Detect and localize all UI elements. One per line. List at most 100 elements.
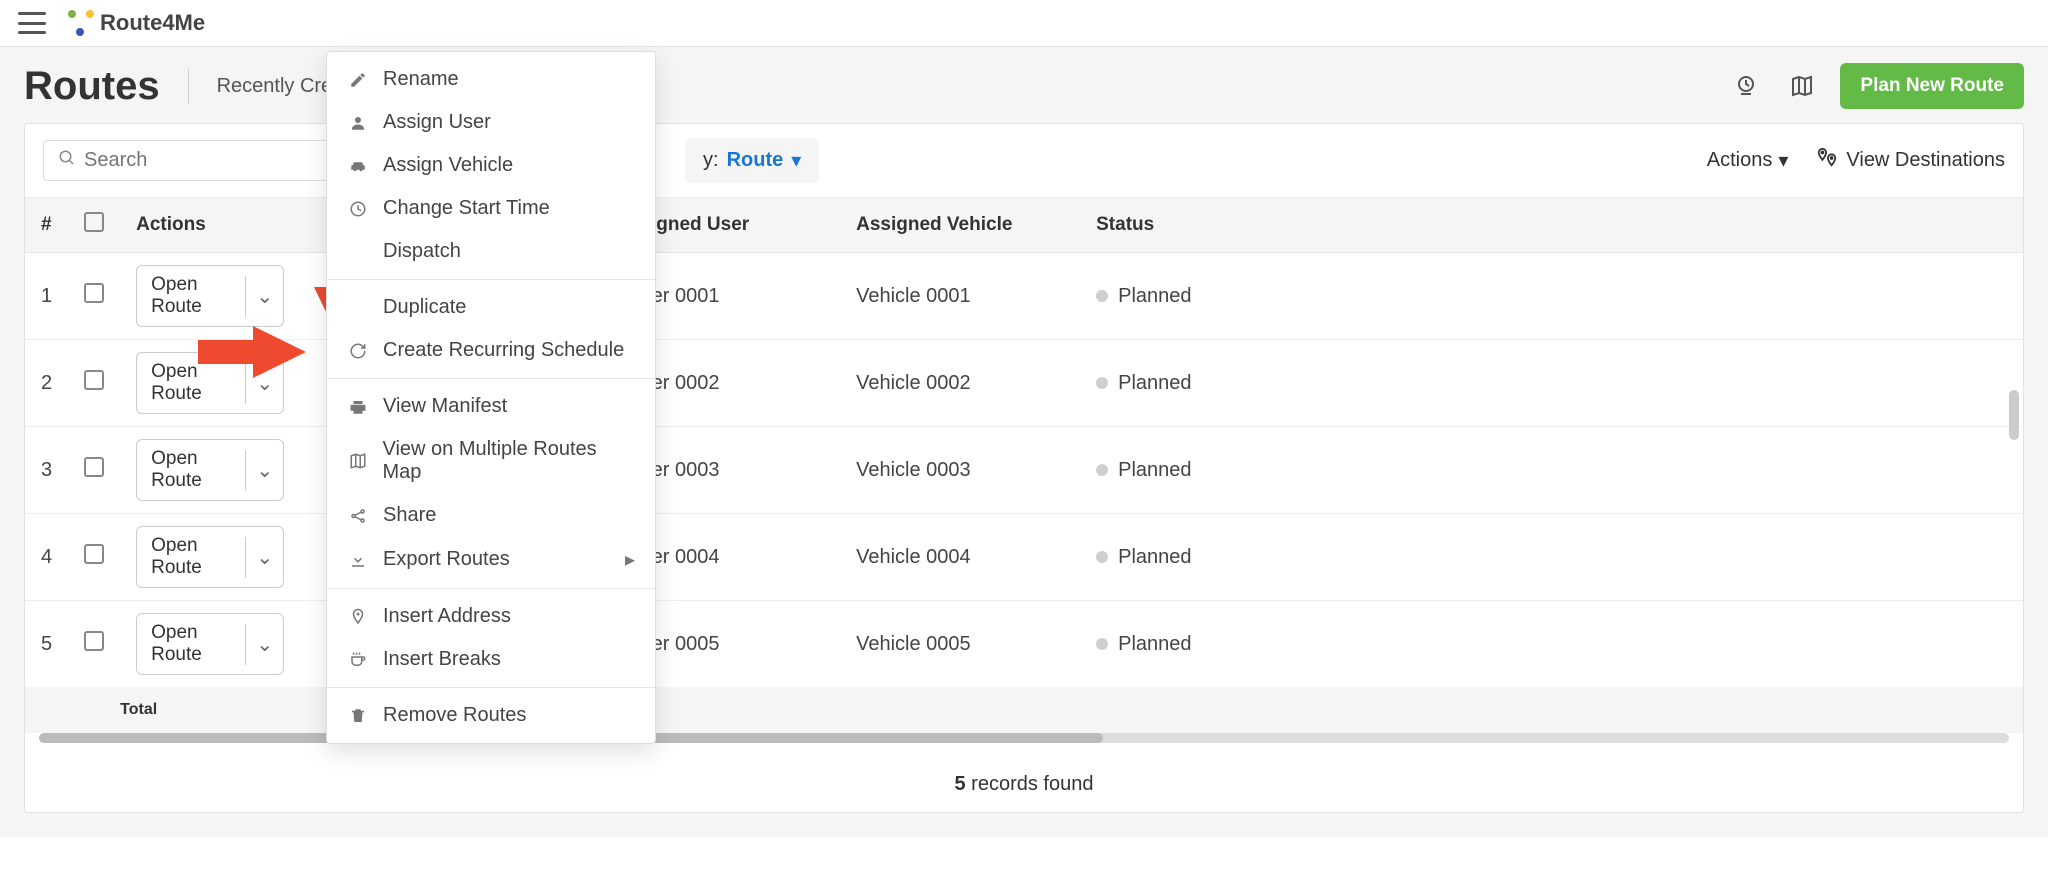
sub-header: Routes Recently Created ▾ Plan New Route (24, 63, 2024, 109)
row-checkbox[interactable] (84, 544, 104, 564)
view-destinations-button[interactable]: View Destinations (1816, 147, 2005, 175)
top-bar: Route4Me (0, 0, 2048, 47)
clock-icon (347, 198, 369, 220)
col-assigned-vehicle: Assigned Vehicle (840, 198, 1080, 253)
menu-assign-user[interactable]: Assign User (327, 101, 655, 144)
assigned-vehicle: Vehicle 0003 (840, 427, 1080, 514)
logo-mark-icon (68, 10, 94, 36)
menu-rename-label: Rename (383, 68, 459, 91)
actions-dropdown[interactable]: Actions ▾ (1707, 148, 1789, 173)
row-checkbox[interactable] (84, 457, 104, 477)
dispatch-icon (347, 241, 369, 263)
status-badge: Planned (1096, 372, 2007, 395)
menu-change-start-label: Change Start Time (383, 197, 550, 220)
menu-assign-vehicle-label: Assign Vehicle (383, 154, 513, 177)
menu-remove-label: Remove Routes (383, 704, 526, 727)
plan-new-route-button[interactable]: Plan New Route (1840, 63, 2024, 109)
records-count: 5 (955, 773, 966, 795)
toolbar: y: Route ▾ Actions ▾ View Destinations (25, 124, 2023, 198)
divider (188, 68, 189, 104)
open-route-button[interactable]: Open Route ⌄ (136, 352, 284, 414)
open-route-button[interactable]: Open Route ⌄ (136, 265, 284, 327)
caret-down-icon: ▾ (791, 148, 801, 173)
assigned-vehicle: Vehicle 0002 (840, 340, 1080, 427)
show-by-selector[interactable]: y: Route ▾ (685, 138, 819, 183)
menu-recurring-label: Create Recurring Schedule (383, 339, 624, 362)
logo[interactable]: Route4Me (68, 10, 205, 36)
menu-duplicate[interactable]: Duplicate (327, 286, 655, 329)
open-route-button[interactable]: Open Route ⌄ (136, 613, 284, 675)
showby-prefix: y: (703, 149, 719, 172)
col-checkbox (68, 198, 120, 253)
total-row: Total (25, 687, 2023, 733)
menu-share[interactable]: Share (327, 494, 655, 537)
pins-icon (1816, 147, 1838, 175)
timeline-icon[interactable] (1728, 68, 1764, 104)
menu-remove-routes[interactable]: Remove Routes (327, 694, 655, 737)
caret-down-icon: ▾ (1778, 148, 1788, 173)
menu-view-manifest-label: View Manifest (383, 395, 507, 418)
chevron-down-icon[interactable]: ⌄ (245, 363, 283, 404)
select-all-checkbox[interactable] (84, 212, 104, 232)
row-checkbox[interactable] (84, 370, 104, 390)
divider (327, 378, 655, 379)
chevron-down-icon[interactable]: ⌄ (245, 276, 283, 317)
table-row: 3 Open Route ⌄ Driver 0003 Vehicle 0003 … (25, 427, 2023, 514)
menu-export-label: Export Routes (383, 548, 510, 571)
menu-insert-breaks-label: Insert Breaks (383, 648, 501, 671)
records-suffix: records found (966, 773, 1094, 795)
toolbar-right: Actions ▾ View Destinations (1707, 147, 2005, 175)
assigned-vehicle: Vehicle 0005 (840, 601, 1080, 688)
menu-insert-breaks[interactable]: Insert Breaks (327, 638, 655, 681)
menu-multi-map-label: View on Multiple Routes Map (382, 438, 635, 484)
open-route-label: Open Route (137, 527, 245, 587)
context-menu: Rename Assign User Assign Vehicle Change… (326, 51, 656, 744)
open-route-button[interactable]: Open Route ⌄ (136, 526, 284, 588)
menu-change-start-time[interactable]: Change Start Time (327, 187, 655, 230)
table-row: 2 Open Route ⌄ Driver 0002 Vehicle 0002 … (25, 340, 2023, 427)
menu-share-label: Share (383, 504, 436, 527)
routes-card: y: Route ▾ Actions ▾ View Destinations (24, 123, 2024, 813)
col-actions: Actions (120, 198, 300, 253)
menu-dispatch[interactable]: Dispatch (327, 230, 655, 273)
row-checkbox[interactable] (84, 283, 104, 303)
row-number: 3 (25, 427, 68, 514)
row-number: 2 (25, 340, 68, 427)
car-icon (347, 155, 369, 177)
row-number: 1 (25, 253, 68, 340)
table-row: 1 Open Route ⌄ Driver 0001 Vehicle 0001 … (25, 253, 2023, 340)
row-number: 4 (25, 514, 68, 601)
map-icon (347, 450, 368, 472)
menu-export-routes[interactable]: Export Routes ▸ (327, 537, 655, 582)
recurring-icon (347, 340, 369, 362)
menu-assign-vehicle[interactable]: Assign Vehicle (327, 144, 655, 187)
menu-duplicate-label: Duplicate (383, 296, 466, 319)
routes-table: # Actions Assigned User Assigned Vehicle… (25, 198, 2023, 733)
assigned-vehicle: Vehicle 0001 (840, 253, 1080, 340)
menu-insert-address[interactable]: Insert Address (327, 595, 655, 638)
menu-view-manifest[interactable]: View Manifest (327, 385, 655, 428)
page-body: Routes Recently Created ▾ Plan New Route… (0, 47, 2048, 837)
menu-icon[interactable] (18, 12, 46, 34)
assigned-vehicle: Vehicle 0004 (840, 514, 1080, 601)
view-destinations-label: View Destinations (1846, 149, 2005, 172)
search-input-wrapper[interactable] (43, 140, 343, 181)
row-checkbox[interactable] (84, 631, 104, 651)
chevron-down-icon[interactable]: ⌄ (245, 537, 283, 578)
chevron-down-icon[interactable]: ⌄ (245, 450, 283, 491)
map-icon[interactable] (1784, 68, 1820, 104)
search-input[interactable] (84, 149, 328, 172)
chevron-down-icon[interactable]: ⌄ (245, 624, 283, 665)
menu-rename[interactable]: Rename (327, 58, 655, 101)
menu-create-recurring[interactable]: Create Recurring Schedule (327, 329, 655, 372)
vertical-scrollbar[interactable] (2009, 390, 2019, 440)
table-row: 5 Open Route ⌄ Driver 0005 Vehicle 0005 … (25, 601, 2023, 688)
total-label: Total (120, 701, 157, 718)
menu-view-multi-map[interactable]: View on Multiple Routes Map (327, 428, 655, 494)
coffee-icon (347, 649, 369, 671)
open-route-button[interactable]: Open Route ⌄ (136, 439, 284, 501)
status-badge: Planned (1096, 459, 2007, 482)
brand-text: Route4Me (100, 10, 205, 36)
page-title: Routes (24, 64, 160, 109)
open-route-label: Open Route (137, 614, 245, 674)
